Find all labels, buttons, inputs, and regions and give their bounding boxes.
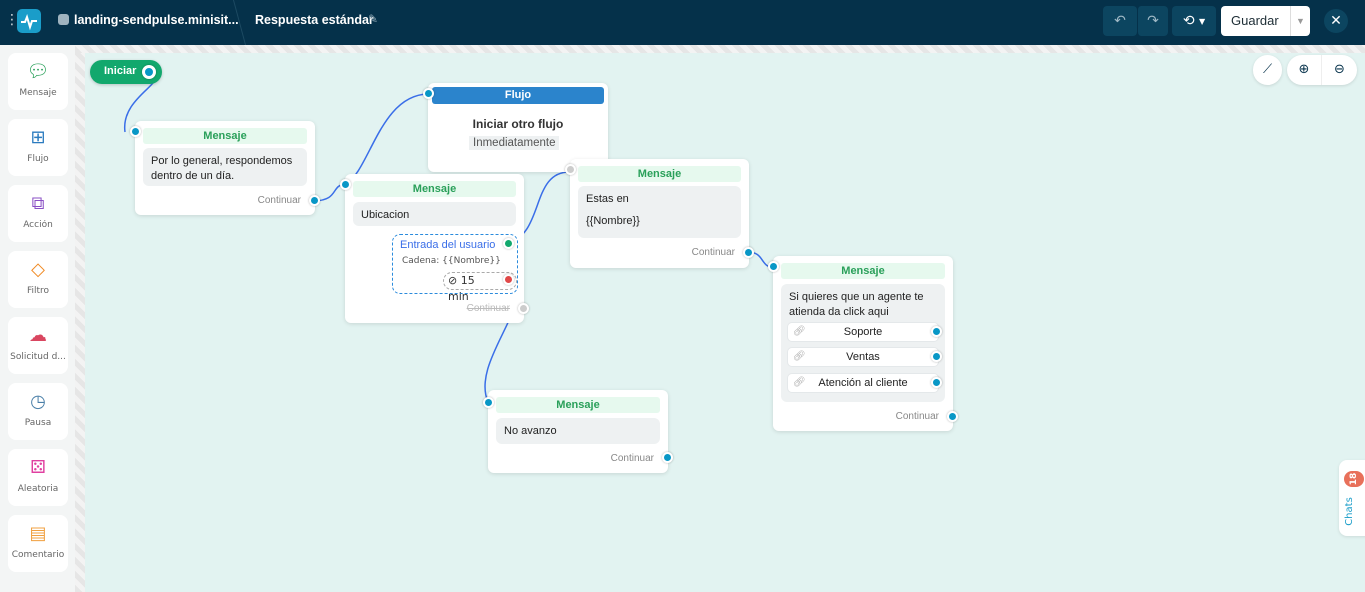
chats-tab[interactable]: 18 Chats bbox=[1339, 460, 1365, 536]
chats-label: Chats bbox=[1343, 497, 1355, 526]
input-port[interactable] bbox=[130, 126, 141, 137]
output-port[interactable] bbox=[743, 247, 754, 258]
continue-label: Continuar bbox=[466, 303, 510, 314]
output-port[interactable] bbox=[662, 452, 673, 463]
message-node[interactable]: Mensaje Si quieres que un agente te atie… bbox=[768, 256, 958, 431]
message-node[interactable]: Mensaje Por lo general, respondemos dent… bbox=[130, 121, 320, 215]
input-type: Cadena: {{Nombre}} bbox=[402, 256, 501, 266]
input-port[interactable] bbox=[423, 88, 434, 99]
link-icon: 🔗︎ bbox=[793, 326, 806, 337]
node-title: Mensaje bbox=[578, 166, 741, 182]
input-port[interactable] bbox=[768, 261, 779, 272]
button-port[interactable] bbox=[931, 377, 942, 388]
flow-action: Iniciar otro flujo bbox=[472, 117, 564, 131]
node-title: Mensaje bbox=[781, 263, 945, 279]
zoom-out-icon[interactable]: ⊖ bbox=[1322, 55, 1357, 85]
auto-arrange-button[interactable]: ⟋ bbox=[1253, 55, 1282, 85]
button-label: Atención al cliente bbox=[818, 377, 908, 389]
output-port[interactable] bbox=[518, 303, 529, 314]
node-title: Mensaje bbox=[496, 397, 660, 413]
message-variable: {{Nombre}} bbox=[586, 215, 640, 227]
flow-timing: Inmediatamente bbox=[469, 136, 560, 150]
button-port[interactable] bbox=[931, 326, 942, 337]
timeout-port[interactable] bbox=[503, 274, 514, 285]
zoom-controls: ⊕ ⊖ bbox=[1287, 55, 1357, 85]
continue-label: Continuar bbox=[610, 453, 654, 464]
start-port[interactable] bbox=[142, 65, 156, 79]
message-text: Estas en bbox=[586, 193, 629, 205]
node-title: Flujo bbox=[432, 87, 604, 104]
message-text: Por lo general, respondemos dentro de un… bbox=[143, 148, 307, 186]
input-port[interactable] bbox=[340, 179, 351, 190]
continue-label: Continuar bbox=[257, 195, 301, 206]
button-port[interactable] bbox=[931, 351, 942, 362]
message-text: No avanzo bbox=[496, 418, 660, 444]
button-label: Ventas bbox=[846, 351, 880, 363]
continue-label: Continuar bbox=[895, 411, 939, 422]
magic-wand-icon: ⟋ bbox=[1262, 62, 1273, 77]
user-input-block[interactable]: Entrada del usuario Cadena: {{Nombre}} ⊘… bbox=[392, 234, 518, 303]
output-port[interactable] bbox=[309, 195, 320, 206]
connections bbox=[124, 70, 775, 403]
link-icon: 🔗︎ bbox=[793, 377, 806, 388]
block-icon: ⊘ bbox=[448, 274, 458, 287]
chats-count-badge: 18 bbox=[1344, 471, 1364, 487]
input-port[interactable] bbox=[483, 397, 494, 408]
continue-label: Continuar bbox=[691, 247, 735, 258]
button-ventas[interactable]: 🔗︎ Ventas bbox=[787, 347, 942, 367]
button-label: Soporte bbox=[843, 326, 883, 338]
link-icon: 🔗︎ bbox=[793, 351, 806, 362]
start-node[interactable]: Iniciar bbox=[90, 60, 162, 84]
message-text: Ubicacion bbox=[353, 202, 516, 226]
message-text: Si quieres que un agente te atienda da c… bbox=[789, 291, 924, 318]
button-atencion[interactable]: 🔗︎ Atención al cliente bbox=[787, 373, 942, 393]
message-node[interactable]: Mensaje No avanzo Continuar bbox=[483, 390, 673, 473]
output-port[interactable] bbox=[947, 411, 958, 422]
button-soporte[interactable]: 🔗︎ Soporte bbox=[787, 322, 942, 342]
node-title: Mensaje bbox=[143, 128, 307, 144]
input-label: Entrada del usuario bbox=[400, 239, 496, 251]
zoom-in-icon[interactable]: ⊕ bbox=[1287, 55, 1322, 85]
start-label: Iniciar bbox=[104, 65, 137, 77]
message-node[interactable]: Mensaje Ubicacion Entrada del usuario Ca… bbox=[340, 174, 529, 323]
input-success-port[interactable] bbox=[503, 238, 514, 249]
input-port[interactable] bbox=[565, 164, 576, 175]
edge-msg2-flow bbox=[345, 93, 429, 185]
node-title: Mensaje bbox=[353, 181, 516, 197]
message-node[interactable]: Mensaje Estas en {{Nombre}} Continuar bbox=[565, 159, 754, 268]
